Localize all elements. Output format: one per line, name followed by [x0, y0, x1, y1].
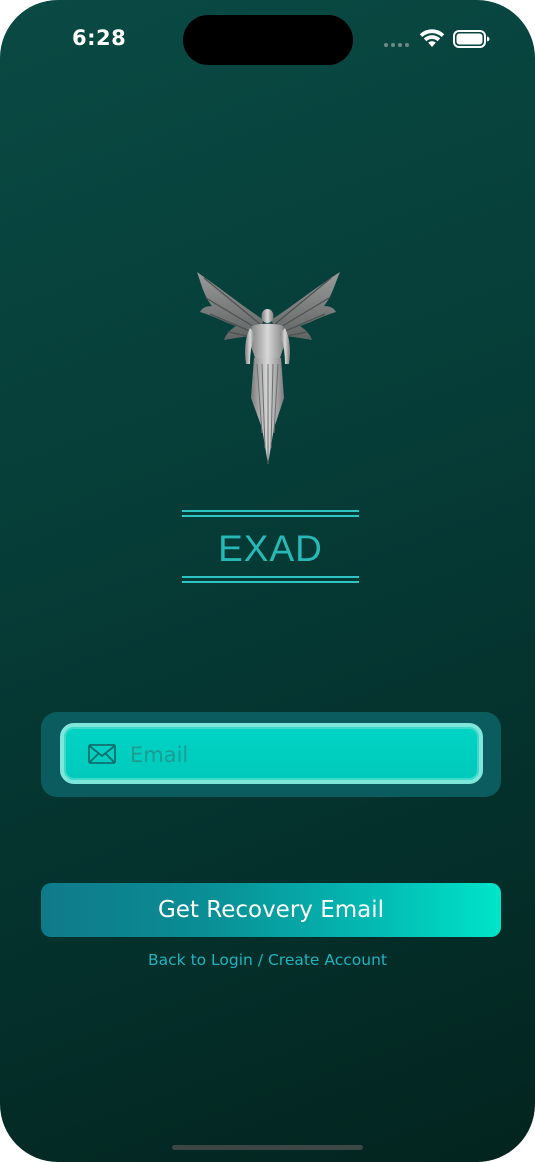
app-title-block: EXAD	[182, 510, 359, 584]
auth-links: Back to Login / Create Account	[0, 951, 535, 969]
phone-screen: 6:28 EXAD Email Get Recovery Email Back …	[0, 0, 535, 1162]
status-time: 6:28	[72, 26, 127, 50]
battery-icon	[453, 30, 490, 48]
link-separator: /	[252, 951, 268, 969]
back-to-login-link[interactable]: Back to Login	[148, 951, 253, 969]
email-input[interactable]	[128, 737, 462, 773]
create-account-link[interactable]: Create Account	[268, 951, 387, 969]
wifi-icon	[419, 29, 445, 47]
title-divider-bottom	[182, 576, 359, 584]
email-field[interactable]	[60, 723, 483, 784]
mail-icon	[88, 744, 116, 764]
cellular-signal-icon	[384, 43, 409, 47]
title-divider-top	[182, 510, 359, 518]
app-title: EXAD	[218, 528, 323, 569]
home-indicator[interactable]	[172, 1145, 363, 1150]
dynamic-island	[183, 15, 353, 65]
get-recovery-email-button[interactable]: Get Recovery Email	[41, 883, 501, 937]
winged-figure-logo	[197, 272, 340, 464]
